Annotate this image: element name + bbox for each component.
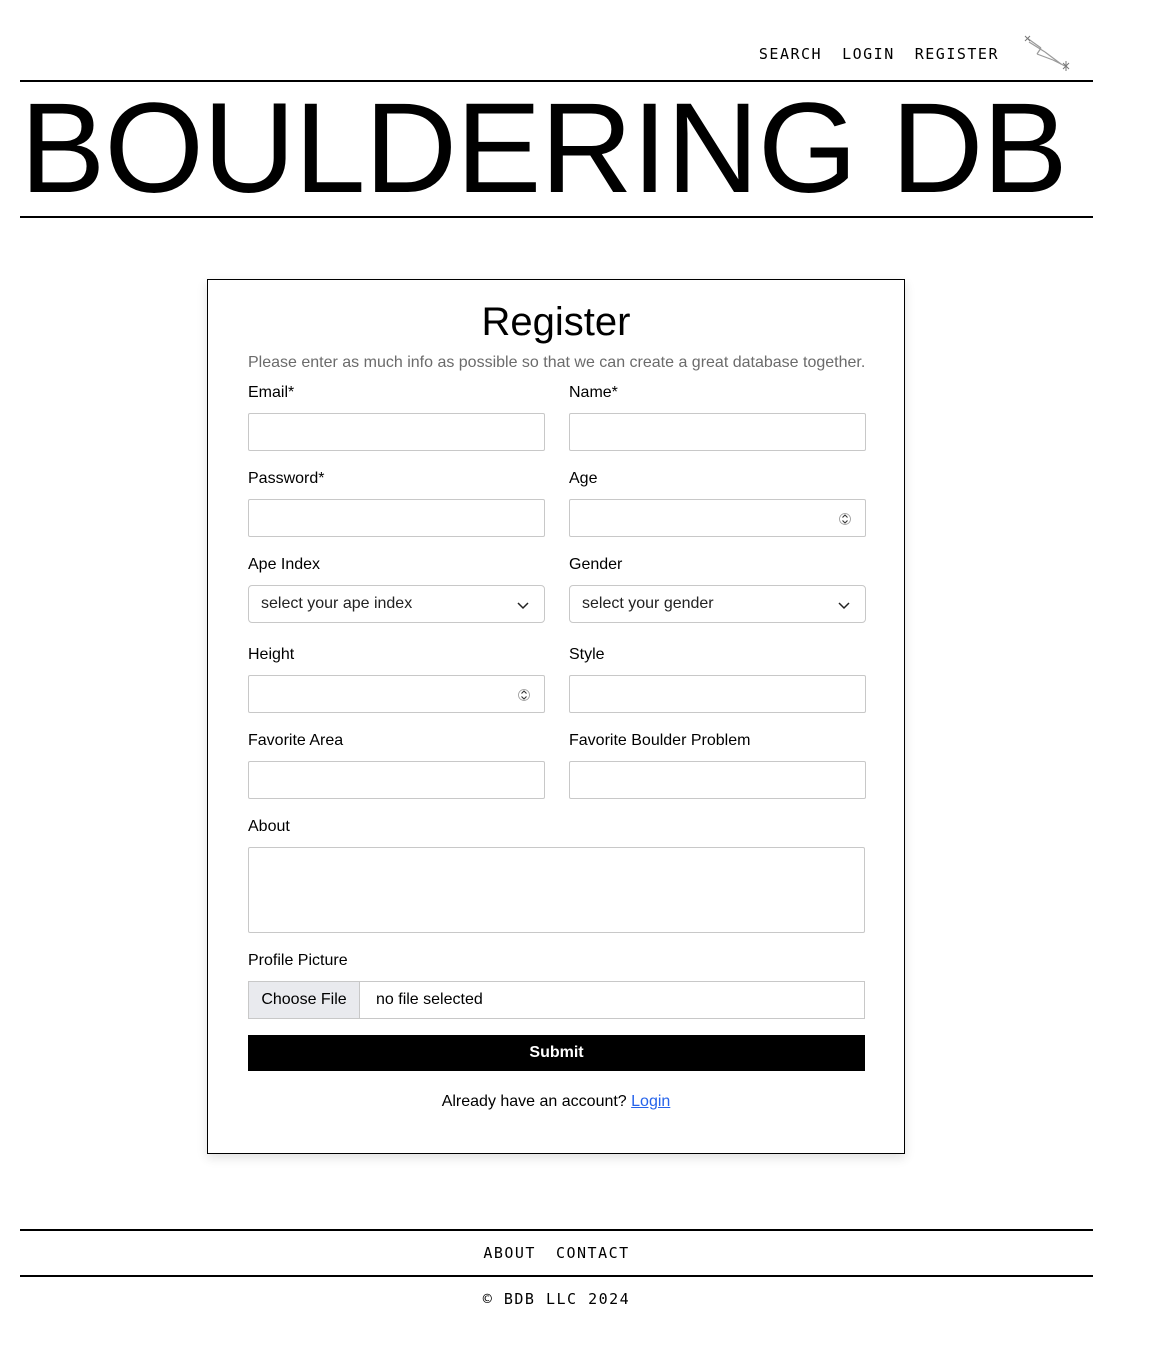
- favorite-area-field[interactable]: [248, 761, 545, 799]
- age-field[interactable]: [569, 499, 866, 537]
- constellation-logo-icon[interactable]: [1023, 34, 1071, 74]
- register-title: Register: [481, 300, 631, 344]
- choose-file-button[interactable]: Choose File: [249, 982, 360, 1018]
- gender-selected: select your gender: [582, 595, 714, 612]
- about-label: About: [248, 818, 290, 835]
- spinner-icon[interactable]: [518, 686, 530, 704]
- password-field[interactable]: [248, 499, 545, 537]
- gender-select[interactable]: select your gender: [569, 585, 866, 623]
- register-subtitle: Please enter as much info as possible so…: [248, 354, 866, 371]
- height-field[interactable]: [248, 675, 545, 713]
- site-brand[interactable]: BOULDERING DB: [20, 82, 1093, 216]
- favorite-problem-field[interactable]: [569, 761, 866, 799]
- footer-top-rule: [20, 1229, 1093, 1231]
- favorite-problem-label: Favorite Boulder Problem: [569, 732, 751, 749]
- gender-label: Gender: [569, 556, 623, 573]
- login-prompt: Already have an account? Login: [208, 1093, 904, 1111]
- profile-picture-label: Profile Picture: [248, 952, 348, 969]
- footer-about-link[interactable]: ABOUT: [483, 1244, 536, 1262]
- file-status-text: no file selected: [376, 991, 483, 1008]
- header-bottom-rule: [20, 216, 1093, 218]
- nav-login-link[interactable]: LOGIN: [842, 45, 895, 63]
- email-label: Email*: [248, 384, 295, 401]
- favorite-area-label: Favorite Area: [248, 732, 344, 749]
- ape-index-label: Ape Index: [248, 556, 321, 573]
- footer-nav: ABOUT CONTACT: [20, 1244, 1093, 1262]
- style-label: Style: [569, 646, 605, 663]
- spinner-icon[interactable]: [839, 510, 851, 528]
- age-label: Age: [569, 470, 598, 487]
- name-label: Name*: [569, 384, 618, 401]
- height-label: Height: [248, 646, 295, 663]
- style-field[interactable]: [569, 675, 866, 713]
- email-field[interactable]: [248, 413, 545, 451]
- password-label: Password*: [248, 470, 325, 487]
- name-field[interactable]: [569, 413, 866, 451]
- chevron-down-icon: [838, 602, 850, 610]
- chevron-down-icon: [517, 602, 529, 610]
- submit-button[interactable]: Submit: [248, 1035, 865, 1071]
- top-nav: SEARCH LOGIN REGISTER: [759, 34, 1071, 74]
- footer-contact-link[interactable]: CONTACT: [556, 1244, 630, 1262]
- register-card: Register Please enter as much info as po…: [207, 279, 905, 1154]
- login-prompt-text: Already have an account?: [441, 1093, 627, 1110]
- ape-index-select[interactable]: select your ape index: [248, 585, 545, 623]
- nav-search-link[interactable]: SEARCH: [759, 45, 822, 63]
- ape-index-selected: select your ape index: [261, 595, 413, 612]
- login-link[interactable]: Login: [631, 1093, 670, 1110]
- about-textarea[interactable]: [248, 847, 865, 933]
- footer-bottom-rule: [20, 1275, 1093, 1277]
- nav-register-link[interactable]: REGISTER: [915, 45, 999, 63]
- profile-picture-input[interactable]: Choose File no file selected: [248, 981, 865, 1019]
- copyright: © BDB LLC 2024: [482, 1290, 631, 1308]
